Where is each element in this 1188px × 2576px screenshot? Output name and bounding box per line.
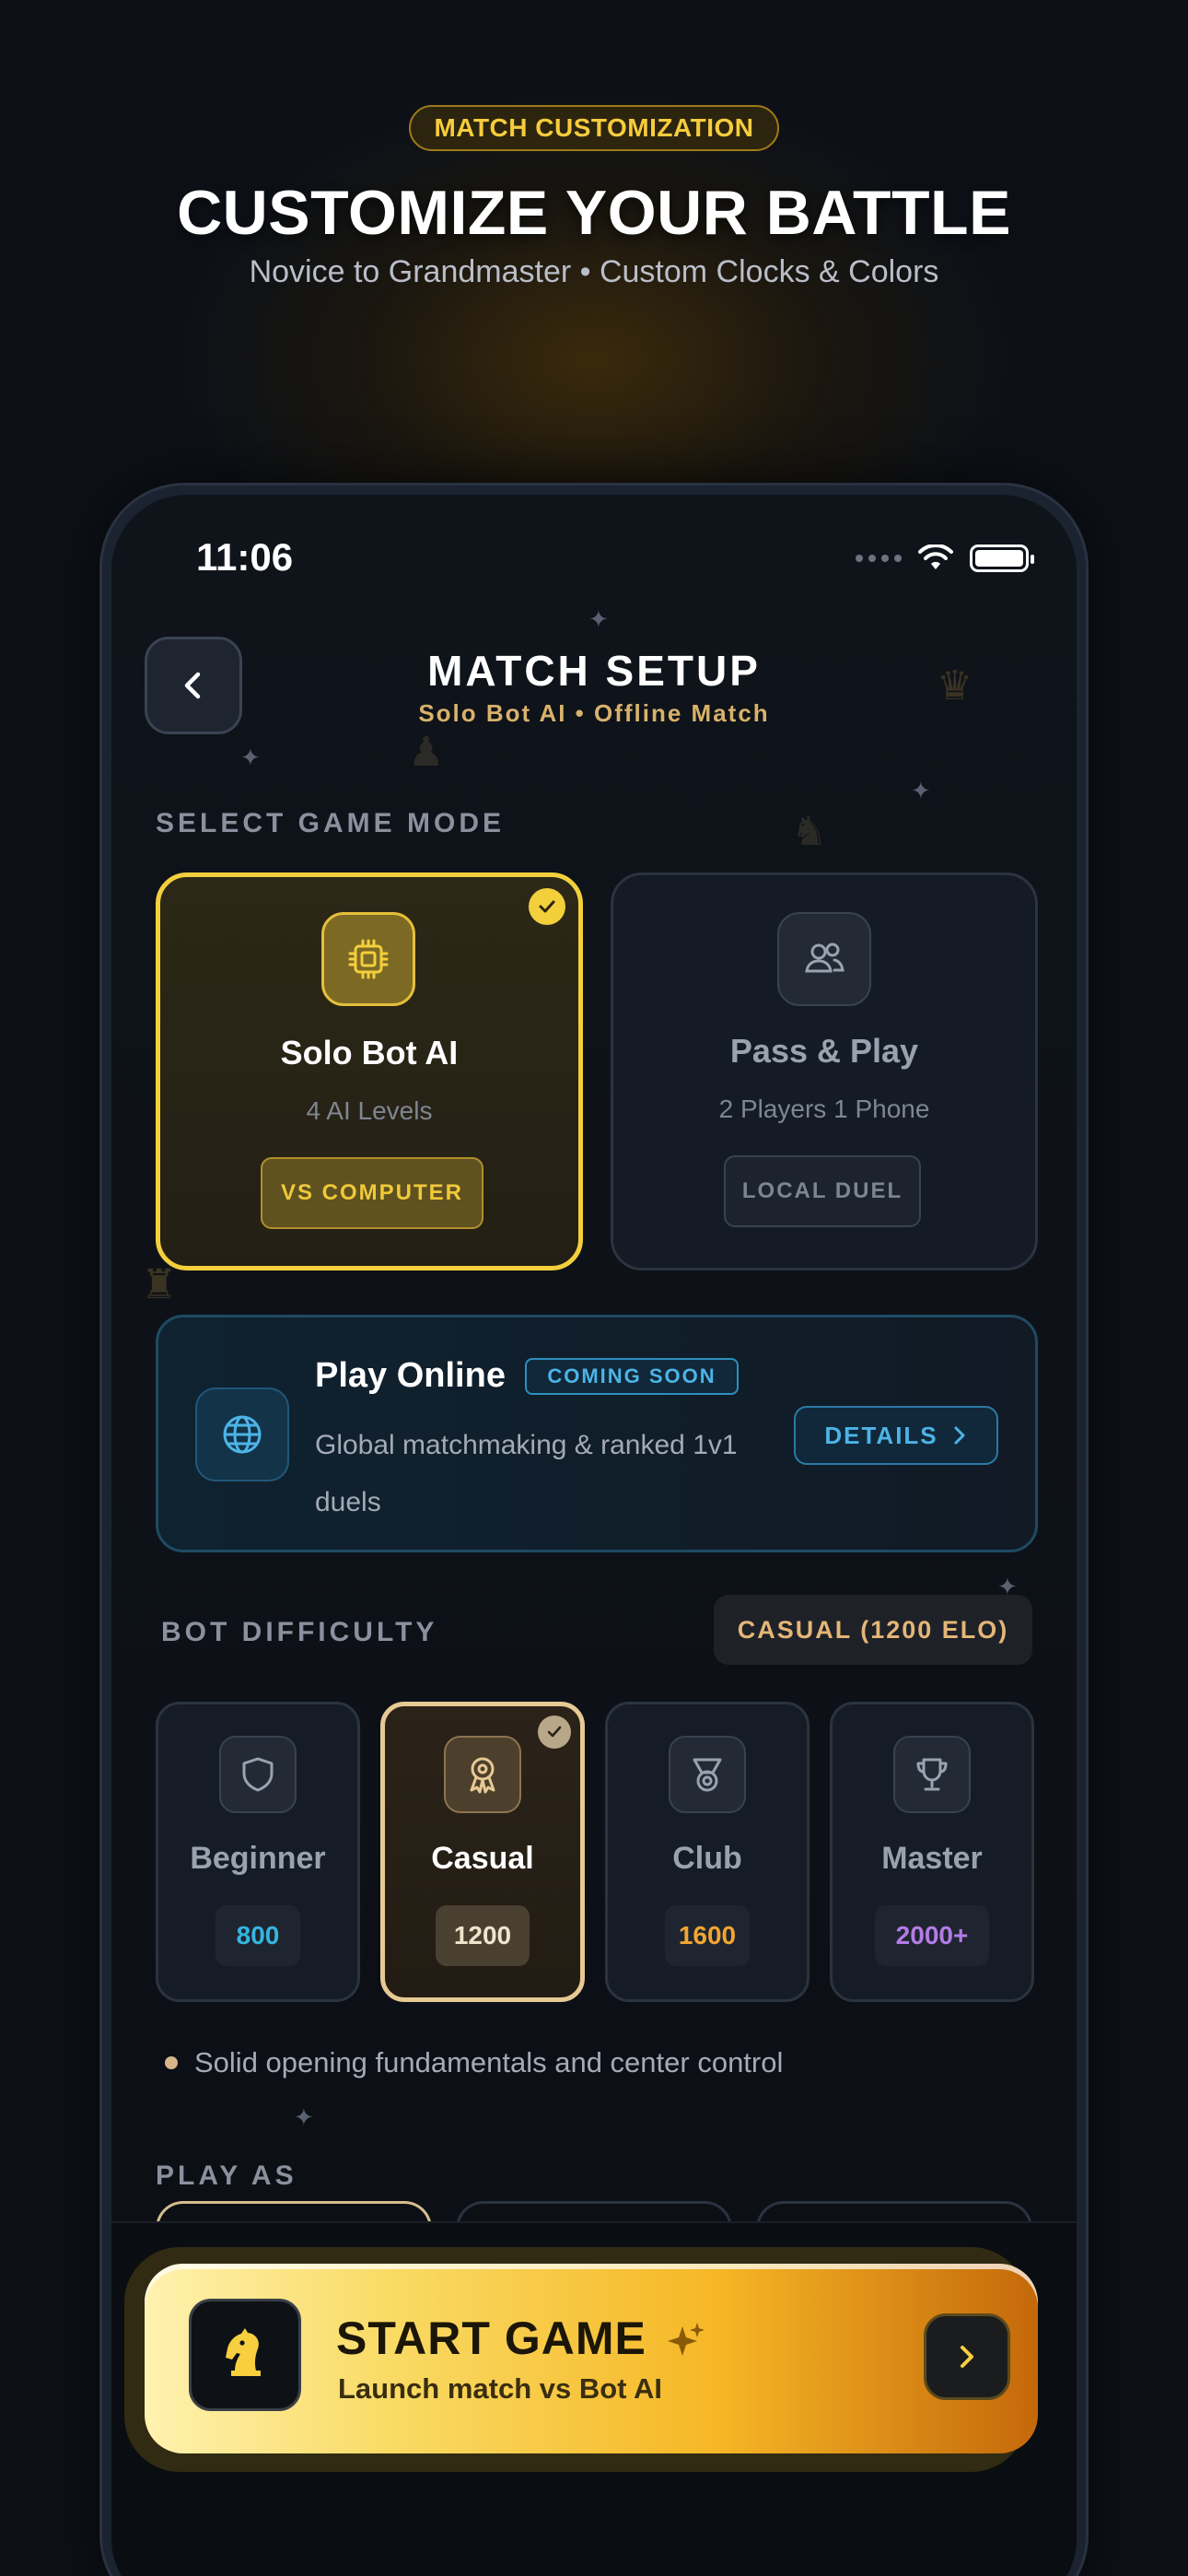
mode-tag: LOCAL DUEL [724, 1155, 921, 1227]
game-mode-label: SELECT GAME MODE [156, 808, 506, 838]
trophy-icon [893, 1736, 971, 1813]
difficulty-name: Master [881, 1841, 983, 1876]
wifi-icon [918, 544, 953, 569]
cpu-icon [321, 912, 415, 1006]
check-icon [529, 888, 565, 925]
pawn-ghost-icon: ♟ [408, 730, 445, 775]
status-icons [856, 544, 1034, 572]
status-time: 11:06 [196, 535, 294, 579]
chevron-right-icon [954, 1426, 965, 1445]
sparkle-icon: ✦ [911, 777, 931, 804]
difficulty-name: Casual [431, 1841, 534, 1876]
shield-icon [219, 1736, 297, 1813]
sparkle-icon: ✦ [294, 2103, 314, 2131]
difficulty-name: Club [672, 1841, 742, 1876]
mode-desc: 2 Players 1 Phone [718, 1095, 930, 1123]
chevron-right-icon [961, 2346, 973, 2368]
difficulty-card-casual[interactable]: Casual 1200 [380, 1702, 585, 2002]
hero-subtitle: Novice to Grandmaster • Custom Clocks & … [249, 254, 939, 289]
online-desc: Global matchmaking & ranked 1v1 duels [315, 1430, 738, 1517]
knight-ghost-icon: ♞ [791, 809, 828, 854]
difficulty-card-master[interactable]: Master 2000+ [830, 1702, 1034, 2002]
page-title: MATCH SETUP [427, 647, 761, 695]
sparkle-icon: ✦ [240, 744, 261, 771]
difficulty-hint: Solid opening fundamentals and center co… [165, 2046, 783, 2079]
difficulty-elo: 1200 [436, 1905, 530, 1966]
details-button[interactable]: DETAILS [794, 1406, 998, 1465]
users-icon [777, 912, 871, 1006]
difficulty-name: Beginner [190, 1841, 326, 1876]
start-game-button[interactable]: START GAME Launch match vs Bot AI [145, 2264, 1038, 2453]
mode-card-pass-play[interactable]: Pass & Play 2 Players 1 Phone LOCAL DUEL [611, 872, 1038, 1270]
medal-icon [669, 1736, 746, 1813]
mode-desc: 4 AI Levels [306, 1096, 433, 1125]
hero-badge: MATCH CUSTOMIZATION [409, 105, 779, 151]
details-label: DETAILS [824, 1421, 938, 1449]
hint-text: Solid opening fundamentals and center co… [194, 2046, 784, 2078]
play-as-label: PLAY AS [156, 2160, 297, 2191]
rosette-icon [444, 1736, 521, 1813]
start-title-text: START GAME [336, 2313, 646, 2364]
mode-tag: VS COMPUTER [261, 1157, 483, 1229]
globe-icon [195, 1388, 289, 1481]
signal-icon [856, 555, 902, 562]
mode-card-solo-bot[interactable]: Solo Bot AI 4 AI Levels VS COMPUTER [156, 872, 583, 1270]
difficulty-elo: 2000+ [875, 1905, 989, 1966]
difficulty-elo: 800 [215, 1905, 300, 1966]
start-subtitle: Launch match vs Bot AI [338, 2372, 662, 2405]
difficulty-label: BOT DIFFICULTY [161, 1617, 438, 1647]
phone-frame: 11:06 ✦ ✦ ✦ ✦ ✦ ♟ ♛ ♞ ♜ MATCH SETUP Solo… [99, 483, 1089, 2576]
page-subtitle: Solo Bot AI • Offline Match [418, 699, 770, 727]
app-screen: 11:06 ✦ ✦ ✦ ✦ ✦ ♟ ♛ ♞ ♜ MATCH SETUP Solo… [111, 495, 1077, 2576]
mode-title: Pass & Play [729, 1032, 919, 1070]
mode-title: Solo Bot AI [280, 1034, 459, 1071]
battery-icon [970, 544, 1034, 572]
play-online-card[interactable]: Play Online COMING SOON Global matchmaki… [156, 1315, 1038, 1552]
sparkle-icon: ✦ [588, 605, 609, 633]
difficulty-elo: 1600 [665, 1905, 750, 1966]
difficulty-selected-pill: CASUAL (1200 ELO) [714, 1595, 1032, 1665]
online-title: Play Online [315, 1356, 506, 1395]
bullet-dot [165, 2056, 178, 2069]
start-arrow-button[interactable] [924, 2313, 1010, 2400]
sparkles-icon [667, 2322, 705, 2356]
knight-icon [189, 2299, 301, 2411]
check-icon [538, 1715, 571, 1749]
start-title: START GAME [336, 2312, 706, 2365]
rook-ghost-icon: ♜ [141, 1262, 178, 1307]
hero-title: CUSTOMIZE YOUR BATTLE [177, 178, 1011, 248]
difficulty-card-club[interactable]: Club 1600 [605, 1702, 809, 2002]
coming-soon-badge: COMING SOON [525, 1358, 739, 1395]
difficulty-card-beginner[interactable]: Beginner 800 [156, 1702, 360, 2002]
